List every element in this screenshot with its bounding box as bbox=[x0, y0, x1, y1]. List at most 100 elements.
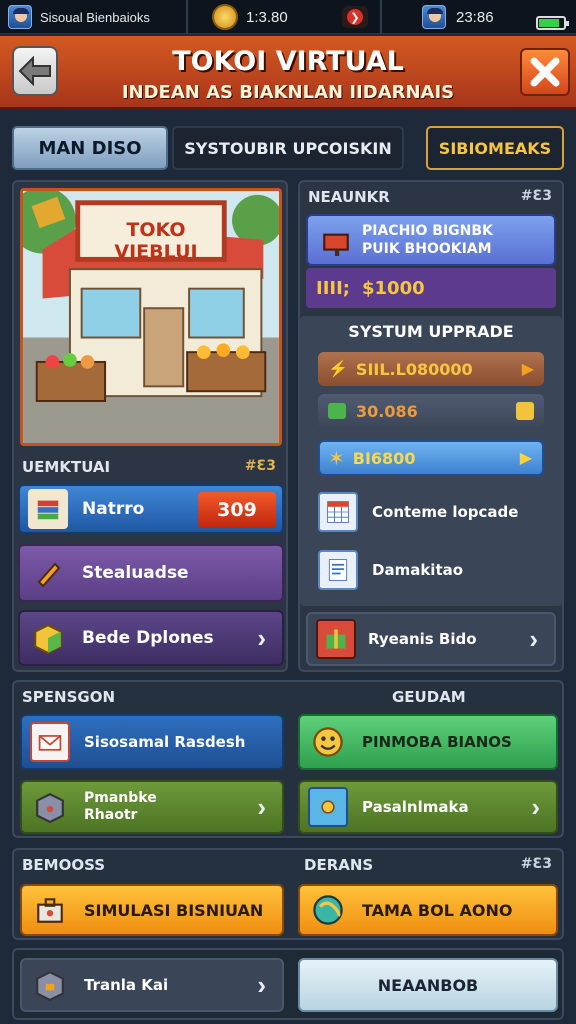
stock-value: 309 bbox=[198, 492, 276, 528]
price-value: $1000 bbox=[362, 278, 425, 299]
coin-card-icon bbox=[308, 787, 348, 827]
chevron-right-icon-5: › bbox=[257, 969, 266, 1000]
upgrade-panel: NEAUNKR #Ɛ3 PIACHIO BIGNBK PUIK BHOOKIAM… bbox=[298, 180, 564, 672]
pmanbke-label: Pmanbke Rhaotr bbox=[84, 790, 157, 823]
bolt-icon: ⚡ bbox=[328, 361, 348, 378]
section-2-left-label: SPENSGON bbox=[22, 688, 116, 706]
gift-icon bbox=[316, 619, 356, 659]
header: TOKOI VIRTUAL INDEAN AS BIAKNLAN IIDARNA… bbox=[0, 36, 576, 110]
page-title: TOKOI VIRTUAL bbox=[172, 46, 404, 77]
status-divider bbox=[186, 0, 188, 34]
damakitao-label: Damakitao bbox=[372, 561, 464, 579]
chevron-right-icon: › bbox=[257, 622, 266, 653]
tranla-button[interactable]: Tranla Kai › bbox=[20, 958, 284, 1012]
simulasi-label: SIMULASI BISNIUAN bbox=[84, 900, 264, 920]
upgrade-2-label: 30.086 bbox=[356, 401, 418, 421]
simulation-label: Sisosamal Rasdesh bbox=[84, 733, 246, 751]
spreadsheet-icon bbox=[318, 492, 358, 532]
upgrade-title: SYSTUM UPPRADE bbox=[348, 322, 514, 341]
section-2-right-label: GEUDAM bbox=[392, 688, 466, 706]
status-bar: Sisoual Bienbaioks 1:3.80 ❯ 23:86 bbox=[0, 0, 576, 34]
price-prefix: IIII; bbox=[316, 278, 350, 299]
neaanbob-label: NEAANBOB bbox=[377, 975, 479, 995]
simulation-button[interactable]: Sisosamal Rasdesh bbox=[20, 714, 284, 770]
envelope-icon bbox=[30, 722, 70, 762]
section-3-right-label: DERANS bbox=[304, 856, 374, 874]
close-icon bbox=[530, 57, 560, 87]
upgrade-option-2[interactable]: 30.086 bbox=[318, 394, 544, 428]
content-upgrade-item[interactable]: Conteme lopcade bbox=[318, 486, 544, 538]
products-button[interactable]: Bede Dplones › bbox=[18, 610, 284, 666]
pasalnlmaka-label: Pasalnlmaka bbox=[362, 798, 469, 816]
promo-card[interactable]: PIACHIO BIGNBK PUIK BHOOKIAM bbox=[306, 214, 556, 266]
tama-label: TAMA BOL AONO bbox=[362, 900, 513, 920]
price-bar: IIII; $1000 bbox=[306, 268, 556, 308]
status-alert[interactable]: ❯ bbox=[342, 4, 368, 30]
pasalnlmaka-button[interactable]: Pasalnlmaka › bbox=[298, 780, 558, 834]
tab-system-upgrade[interactable]: SYSTOUBIR UPCOISKIN bbox=[172, 126, 404, 170]
pmanbke-button[interactable]: Pmanbke Rhaotr › bbox=[20, 780, 284, 834]
chevron-right-icon-2: › bbox=[529, 623, 538, 654]
shop-section-label: UEMKTUAI bbox=[22, 458, 111, 476]
section-3-count: #Ɛ3 bbox=[520, 856, 552, 872]
cube-icon bbox=[28, 618, 68, 658]
shop-sign: TOKO VIEBLUI bbox=[114, 219, 198, 263]
upgrade-3-label: BI6800 bbox=[352, 448, 416, 468]
player-avatar[interactable] bbox=[422, 5, 446, 29]
sales-button[interactable]: Stealuadse bbox=[18, 544, 284, 602]
shop-section-count: #Ɛ3 bbox=[244, 458, 276, 474]
upgrade-option-3[interactable]: ✶ BI6800 ▶ bbox=[318, 440, 544, 476]
smiley-icon bbox=[308, 722, 348, 762]
tab-bonus[interactable]: SIBIOMEAKS bbox=[426, 126, 564, 170]
stock-button[interactable]: Natrro 309 bbox=[18, 484, 284, 534]
tab-bar: MAN DISO SYSTOUBIR UPCOISKIN SIBIOMEAKS bbox=[12, 126, 564, 170]
books-icon bbox=[28, 489, 68, 529]
bonus-label: PINMOBA BIANOS bbox=[362, 733, 512, 751]
status-center: 1:3.80 bbox=[212, 4, 288, 30]
globe-icon bbox=[308, 890, 348, 930]
coin-icon bbox=[212, 4, 238, 30]
close-button[interactable] bbox=[520, 48, 570, 96]
upgrade-option-1[interactable]: ⚡ SIIL.L080000 ▶ bbox=[318, 352, 544, 386]
ryeanis-button[interactable]: Ryeanis Bido › bbox=[306, 612, 556, 666]
status-right: 23:86 bbox=[422, 4, 494, 30]
star-face-icon: ✶ bbox=[328, 447, 345, 470]
tranla-label: Tranla Kai bbox=[84, 976, 169, 994]
upgrade-box: SYSTUM UPPRADE ⚡ SIIL.L080000 ▶ 30.086 ✶… bbox=[300, 316, 562, 606]
promo-line-2: PUIK BHOOKIAM bbox=[362, 241, 492, 257]
section-3-left-label: BEMOOSS bbox=[22, 856, 106, 874]
footer: Tranla Kai › NEAANBOB bbox=[12, 948, 564, 1020]
section-2: SPENSGON GEUDAM Sisosamal Rasdesh PINMOB… bbox=[12, 680, 564, 838]
coin-value: 1:3.80 bbox=[246, 8, 288, 26]
gold-square-icon bbox=[516, 402, 534, 420]
shop-illustration: TOKO VIEBLUI bbox=[20, 188, 282, 446]
page-subtitle: INDEAN AS BIAKNLAN IIDARNAIS bbox=[121, 82, 455, 103]
neaanbob-button[interactable]: NEAANBOB bbox=[298, 958, 558, 1012]
bonus-button[interactable]: PINMOBA BIANOS bbox=[298, 714, 558, 770]
toolbox-icon bbox=[30, 890, 70, 930]
time-value: 23:86 bbox=[456, 8, 494, 26]
pencil-icon bbox=[28, 553, 68, 593]
alert-icon[interactable]: ❯ bbox=[342, 6, 368, 28]
status-divider-2 bbox=[380, 0, 382, 34]
stock-label: Natrro bbox=[82, 499, 145, 519]
status-left: Sisoual Bienbaioks bbox=[8, 4, 150, 30]
ryeanis-label: Ryeanis Bido bbox=[368, 630, 477, 648]
simulasi-button[interactable]: SIMULASI BISNIUAN bbox=[20, 884, 284, 936]
package-icon bbox=[30, 965, 70, 1005]
mailbox-icon bbox=[316, 220, 356, 260]
document-icon bbox=[318, 550, 358, 590]
sales-label: Stealuadse bbox=[82, 563, 189, 583]
tama-button[interactable]: TAMA BOL AONO bbox=[298, 884, 558, 936]
status-left-label: Sisoual Bienbaioks bbox=[40, 9, 150, 25]
damakitao-item[interactable]: Damakitao bbox=[318, 544, 544, 596]
right-top-label: NEAUNKR bbox=[308, 188, 390, 206]
avatar[interactable] bbox=[8, 5, 32, 29]
battery-icon bbox=[536, 10, 569, 36]
tab-main[interactable]: MAN DISO bbox=[12, 126, 168, 170]
safe-box-icon bbox=[30, 787, 70, 827]
crate-icon bbox=[328, 403, 346, 419]
shop-panel: TOKO VIEBLUI UEMKTUAI #Ɛ3 Natrro 309 Ste… bbox=[12, 180, 288, 672]
promo-line-1: PIACHIO BIGNBK bbox=[362, 223, 493, 239]
upgrade-1-label: SIIL.L080000 bbox=[355, 359, 473, 379]
